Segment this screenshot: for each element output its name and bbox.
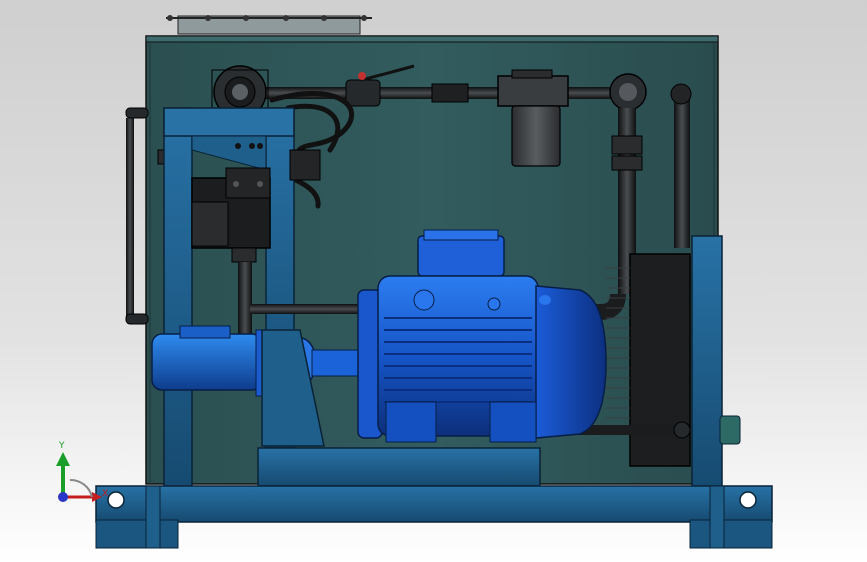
hydraulic-unit-render[interactable] xyxy=(0,0,867,562)
triad-y-label: Y xyxy=(59,441,65,451)
cad-viewport[interactable]: Y X xyxy=(0,0,867,562)
triad-x-label: X xyxy=(102,489,109,499)
suction-pipe xyxy=(250,304,370,314)
tank-lid xyxy=(166,15,372,35)
motor-base-plate xyxy=(257,447,541,487)
triad-z-origin xyxy=(58,492,68,502)
